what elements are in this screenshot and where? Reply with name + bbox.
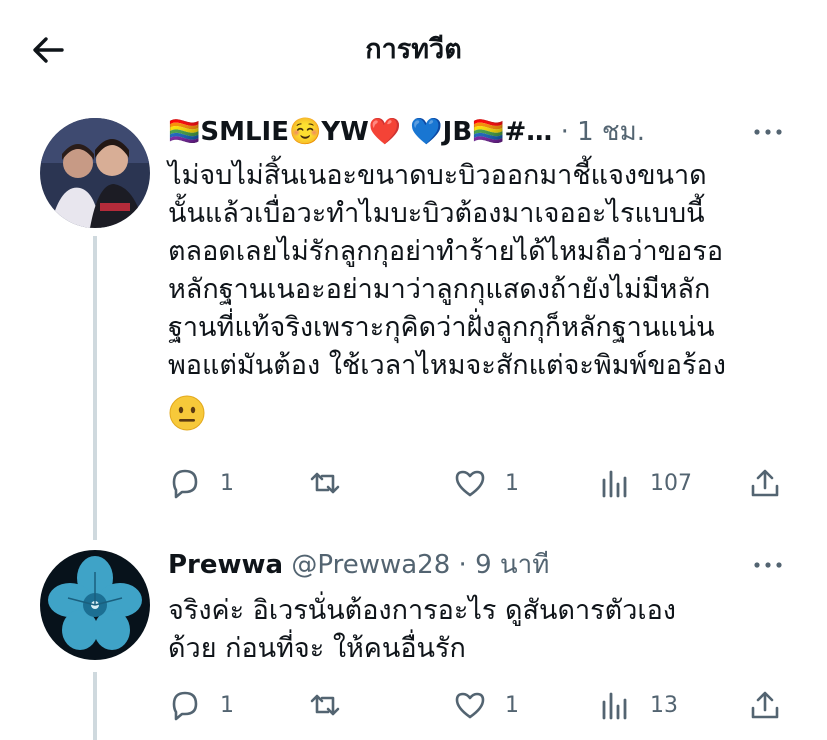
reply-count: 1 [220, 692, 234, 718]
share-button[interactable] [748, 687, 782, 723]
timestamp[interactable]: 9 นาที [475, 550, 549, 580]
retweet-button[interactable] [308, 687, 360, 723]
like-count: 1 [505, 692, 519, 718]
reply-icon [172, 691, 198, 721]
display-name[interactable]: Prewwa [168, 550, 283, 580]
retweet-icon [310, 694, 340, 716]
more-options-button[interactable] [753, 553, 783, 577]
heart-icon [455, 692, 485, 719]
analytics-icon [602, 692, 627, 720]
separator-dot: · [458, 550, 467, 580]
tweet-reply[interactable]: Prewwa @Prewwa28 · 9 นาที จริงค่ะ อิเวรน… [0, 0, 827, 740]
user-handle[interactable]: @Prewwa28 [291, 550, 450, 580]
tweet-header: Prewwa @Prewwa28 · 9 นาที [168, 545, 757, 585]
like-button[interactable]: 1 [453, 687, 519, 723]
thread-connector-line [93, 672, 97, 740]
tweet-text-line: ด้วย ก่อนที่จะ ให้คนอื่นรัก [168, 633, 466, 664]
tweet-text-line: จริงค่ะ อิเวรนั่นต้องการอะไร ดูสันดารตัว… [168, 595, 676, 626]
tweet-text: จริงค่ะ อิเวรนั่นต้องการอะไร ดูสันดารตัว… [168, 592, 788, 668]
avatar-photo [40, 550, 150, 660]
share-icon [751, 691, 779, 719]
avatar[interactable] [40, 550, 150, 660]
tweet-actions: 1 1 13 [168, 687, 788, 723]
more-horizontal-icon [754, 562, 782, 568]
view-count: 13 [650, 692, 678, 718]
reply-button[interactable]: 1 [168, 687, 234, 723]
views-button[interactable]: 13 [598, 687, 678, 723]
